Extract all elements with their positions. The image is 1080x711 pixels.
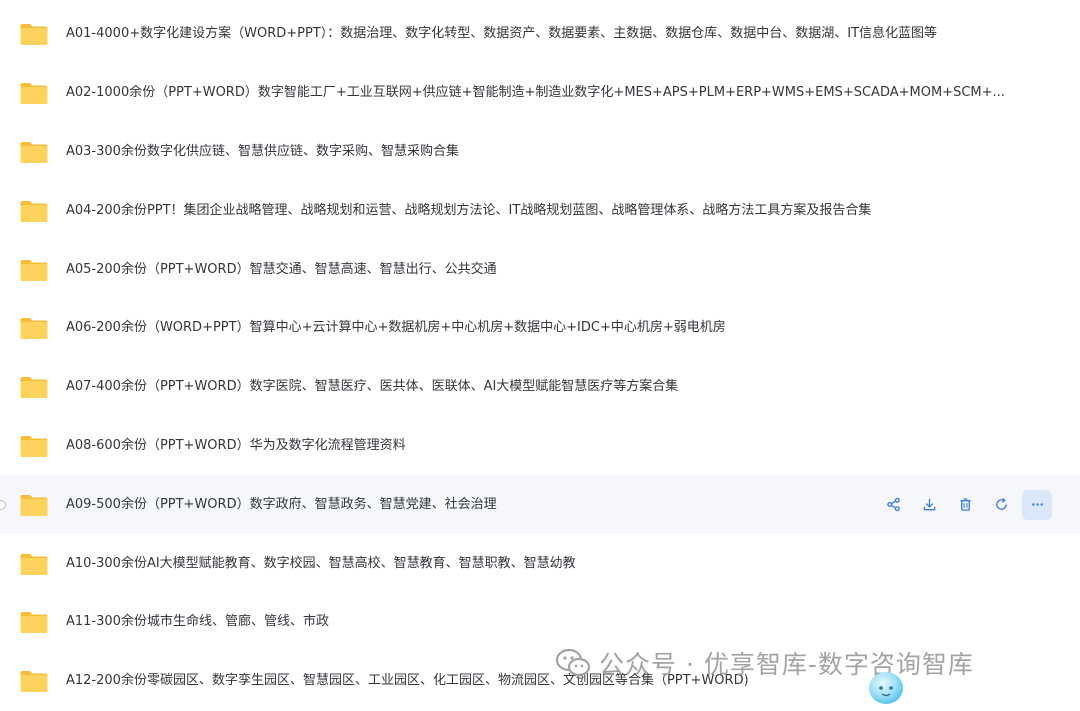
file-name[interactable]: A03-300余份数字化供应链、智慧供应链、数字采购、智慧采购合集 xyxy=(66,143,1040,161)
folder-icon xyxy=(20,612,48,634)
delete-icon xyxy=(958,497,973,512)
folder-icon xyxy=(20,83,48,105)
row-actions xyxy=(878,489,1052,520)
file-name[interactable]: A04-200余份PPT！集团企业战略管理、战略规划和运营、战略规划方法论、IT… xyxy=(66,202,1040,220)
file-row[interactable]: A07-400余份（PPT+WORD）数字医院、智慧医疗、医共体、医联体、AI大… xyxy=(0,358,1080,417)
file-row[interactable]: A09-500余份（PPT+WORD）数字政府、智慧政务、智慧党建、社会治理 xyxy=(0,475,1080,535)
more-button[interactable] xyxy=(1022,489,1052,520)
file-row[interactable]: A01-4000+数字化建设方案（WORD+PPT）：数据治理、数字化转型、数据… xyxy=(0,5,1080,64)
folder-icon xyxy=(20,553,48,575)
file-row[interactable]: A10-300余份AI大模型赋能教育、数字校园、智慧高校、智慧教育、智慧职教、智… xyxy=(0,534,1080,593)
folder-icon xyxy=(20,377,48,399)
file-list: A01-4000+数字化建设方案（WORD+PPT）：数据治理、数字化转型、数据… xyxy=(0,5,1080,711)
file-name[interactable]: A10-300余份AI大模型赋能教育、数字校园、智慧高校、智慧教育、智慧职教、智… xyxy=(66,555,1040,573)
wechat-icon xyxy=(555,648,591,677)
row-select-handle[interactable] xyxy=(0,499,6,510)
folder-icon xyxy=(20,435,48,457)
folder-icon xyxy=(20,494,48,516)
file-name[interactable]: A01-4000+数字化建设方案（WORD+PPT）：数据治理、数字化转型、数据… xyxy=(66,25,1040,43)
watermark: 公众号 · 优享智库-数字咨询智库 xyxy=(555,645,974,681)
folder-icon xyxy=(20,24,48,46)
file-name[interactable]: A11-300余份城市生命线、管廊、管线、市政 xyxy=(66,613,1040,631)
folder-icon xyxy=(20,141,48,163)
file-row[interactable]: A11-300余份城市生命线、管廊、管线、市政 xyxy=(0,593,1080,652)
folder-icon xyxy=(20,671,48,693)
delete-button[interactable] xyxy=(950,490,980,520)
file-row[interactable]: A03-300余份数字化供应链、智慧供应链、数字采购、智慧采购合集 xyxy=(0,123,1080,182)
mascot-icon xyxy=(869,672,903,704)
file-name[interactable]: A05-200余份（PPT+WORD）智慧交通、智慧高速、智慧出行、公共交通 xyxy=(66,261,1040,279)
file-name[interactable]: A08-600余份（PPT+WORD）华为及数字化流程管理资料 xyxy=(66,437,1040,455)
more-icon xyxy=(1030,497,1045,512)
folder-icon xyxy=(20,200,48,222)
file-name[interactable]: A06-200余份（WORD+PPT）智算中心+云计算中心+数据机房+中心机房+… xyxy=(66,319,1040,337)
file-row[interactable]: A06-200余份（WORD+PPT）智算中心+云计算中心+数据机房+中心机房+… xyxy=(0,299,1080,358)
folder-icon xyxy=(20,259,48,281)
folder-icon xyxy=(20,318,48,340)
watermark-text: 公众号 · 优享智库-数字咨询智库 xyxy=(599,650,974,679)
download-button[interactable] xyxy=(914,490,944,520)
refresh-button[interactable] xyxy=(986,490,1016,520)
file-row[interactable]: A05-200余份（PPT+WORD）智慧交通、智慧高速、智慧出行、公共交通 xyxy=(0,240,1080,299)
file-row[interactable]: A08-600余份（PPT+WORD）华为及数字化流程管理资料 xyxy=(0,417,1080,476)
share-button[interactable] xyxy=(878,490,908,520)
refresh-icon xyxy=(994,497,1009,512)
download-icon xyxy=(922,497,937,512)
file-name[interactable]: A07-400余份（PPT+WORD）数字医院、智慧医疗、医共体、医联体、AI大… xyxy=(66,378,1040,396)
share-icon xyxy=(886,497,901,512)
file-name[interactable]: A09-500余份（PPT+WORD）数字政府、智慧政务、智慧党建、社会治理 xyxy=(66,496,860,514)
file-row[interactable]: A02-1000余份（PPT+WORD）数字智能工厂+工业互联网+供应链+智能制… xyxy=(0,64,1080,123)
file-row[interactable]: A04-200余份PPT！集团企业战略管理、战略规划和运营、战略规划方法论、IT… xyxy=(0,181,1080,240)
file-name[interactable]: A02-1000余份（PPT+WORD）数字智能工厂+工业互联网+供应链+智能制… xyxy=(66,84,1040,102)
